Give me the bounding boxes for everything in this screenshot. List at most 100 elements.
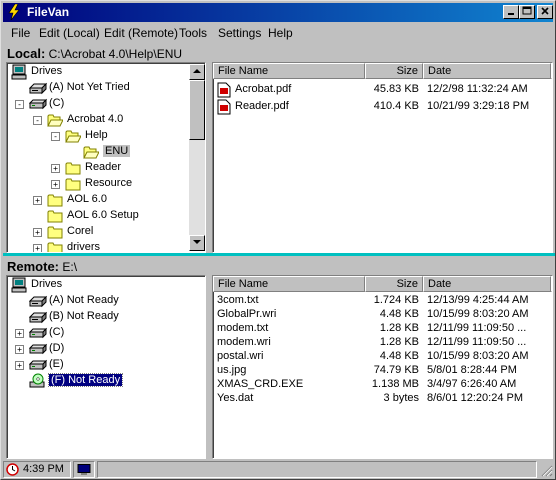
tree-item-label: Drives (31, 278, 63, 290)
tree-item[interactable]: - Acrobat 4.0 (7, 112, 187, 128)
close-icon (541, 7, 549, 15)
file-size: 410.4 KB (373, 100, 419, 112)
file-date: 12/2/98 11:32:24 AM (427, 83, 528, 95)
collapse-toggle[interactable]: - (33, 116, 42, 125)
expand-toggle[interactable]: + (51, 164, 60, 173)
tree-item[interactable]: + (D) (7, 341, 203, 357)
computer-icon (11, 64, 27, 80)
tree-item[interactable]: + (E) (7, 357, 203, 373)
column-header-filename[interactable]: File Name (213, 63, 365, 79)
column-header-size[interactable]: Size (365, 63, 423, 79)
minimize-icon (508, 13, 514, 15)
tree-item[interactable]: (A) Not Yet Tried (7, 80, 187, 96)
menu-settings[interactable]: Settings (218, 26, 261, 40)
pane-splitter[interactable] (3, 253, 555, 256)
column-header-filename[interactable]: File Name (213, 276, 365, 292)
file-date: 10/15/99 8:03:20 AM (427, 308, 529, 320)
menu-tools[interactable]: Tools (179, 26, 207, 40)
file-row[interactable]: XMAS_CRD.EXE 1.138 MB 3/4/97 6:26:40 AM (213, 378, 551, 392)
tree-item[interactable]: + Reader (7, 160, 187, 176)
floppy-drive-icon (28, 295, 48, 308)
monitor-icon (77, 464, 91, 475)
tree-item[interactable]: Drives (7, 277, 203, 293)
local-label: Local: (7, 46, 46, 61)
file-name: us.jpg (217, 364, 247, 376)
file-name: GlobalPr.wri (217, 308, 277, 320)
expand-toggle[interactable]: + (15, 329, 24, 338)
file-row[interactable]: Yes.dat 3 bytes 8/6/01 12:20:24 PM (213, 392, 551, 406)
tree-item[interactable]: (B) Not Ready (7, 309, 203, 325)
folder-open-icon (47, 114, 64, 127)
file-row[interactable]: 3com.txt 1.724 KB 12/13/99 4:25:44 AM (213, 294, 551, 308)
local-tree[interactable]: Drives (A) Not Yet Tried - (C) - Acrobat 4.0-… (6, 62, 206, 253)
file-row[interactable]: modem.wri 1.28 KB 12/11/99 11:09:50 ... (213, 336, 551, 350)
menu-file[interactable]: File (11, 26, 30, 40)
collapse-toggle[interactable]: - (51, 132, 60, 141)
file-size: 1.138 MB (371, 378, 419, 390)
column-header-date[interactable]: Date (423, 276, 551, 292)
minimize-button[interactable] (503, 5, 519, 19)
folder-open-icon (65, 130, 82, 143)
maximize-button[interactable] (519, 5, 535, 19)
menu-help[interactable]: Help (268, 26, 293, 40)
menu-edit-local[interactable]: Edit (Local) (39, 26, 100, 40)
tree-item[interactable]: - (C) (7, 96, 187, 112)
scroll-down-button[interactable] (189, 235, 205, 251)
file-date: 10/21/99 3:29:18 PM (427, 100, 530, 112)
file-row[interactable]: GlobalPr.wri 4.48 KB 10/15/99 8:03:20 AM (213, 308, 551, 322)
tree-item[interactable]: + Resource (7, 176, 187, 192)
file-size: 1.28 KB (379, 322, 419, 334)
tree-item[interactable]: + Corel (7, 224, 187, 240)
resize-grip-icon[interactable] (539, 463, 553, 477)
tree-item[interactable]: + drivers (7, 240, 187, 253)
remote-path: E:\ (62, 260, 78, 274)
scroll-up-button[interactable] (189, 64, 205, 80)
title-bar[interactable]: FileVan (3, 3, 553, 22)
window-title: FileVan (27, 5, 70, 19)
file-row[interactable]: us.jpg 74.79 KB 5/8/01 8:28:44 PM (213, 364, 551, 378)
tree-item[interactable]: - Help (7, 128, 187, 144)
status-time-panel: 4:39 PM (3, 461, 71, 478)
remote-file-list[interactable]: File Name Size Date 3com.txt 1.724 KB 12/1… (212, 275, 553, 459)
folder-icon (47, 194, 63, 207)
column-header-size[interactable]: Size (365, 276, 423, 292)
column-header-date[interactable]: Date (423, 63, 551, 79)
file-row[interactable]: modem.txt 1.28 KB 12/11/99 11:09:50 ... (213, 322, 551, 336)
file-name: Acrobat.pdf (235, 83, 292, 95)
file-row[interactable]: Acrobat.pdf 45.83 KB 12/2/98 11:32:24 AM (213, 81, 551, 98)
tree-item[interactable]: + AOL 6.0 (7, 192, 187, 208)
tree-item[interactable]: + (C) (7, 325, 203, 341)
expand-toggle[interactable]: + (15, 361, 24, 370)
folder-icon (65, 162, 81, 175)
file-name: postal.wri (217, 350, 264, 362)
tree-item-label: Reader (85, 161, 122, 173)
expand-toggle[interactable]: + (15, 345, 24, 354)
expand-toggle[interactable]: + (33, 244, 42, 252)
scroll-thumb[interactable] (189, 80, 205, 140)
tree-item[interactable]: ENU (7, 144, 187, 160)
tree-item[interactable]: (A) Not Ready (7, 293, 203, 309)
file-row[interactable]: Reader.pdf 410.4 KB 10/21/99 3:29:18 PM (213, 98, 551, 115)
expand-toggle[interactable]: + (33, 196, 42, 205)
tree-item[interactable]: AOL 6.0 Setup (7, 208, 187, 224)
file-row[interactable]: postal.wri 4.48 KB 10/15/99 8:03:20 AM (213, 350, 551, 364)
expand-toggle[interactable]: + (51, 180, 60, 189)
tree-item-label: ENU (103, 145, 131, 157)
hard-drive-icon (28, 98, 48, 110)
remote-tree[interactable]: Drives (A) Not Ready (B) Not Ready + (C) + (D)… (6, 275, 206, 459)
local-tree-scrollbar[interactable] (189, 64, 205, 251)
local-file-list[interactable]: File Name Size Date Acrobat.pdf 45.83 KB 1… (212, 62, 553, 253)
file-date: 3/4/97 6:26:40 AM (427, 378, 517, 390)
tree-item-label: (C) (49, 97, 65, 109)
collapse-toggle[interactable]: - (15, 100, 24, 109)
tree-item-label: Drives (31, 65, 63, 77)
menu-edit-remote[interactable]: Edit (Remote) (104, 26, 178, 40)
tree-item[interactable]: Drives (7, 64, 187, 80)
tree-item[interactable]: (F) Not Ready (7, 373, 203, 389)
tree-item-icon (29, 373, 47, 392)
file-name: Yes.dat (217, 392, 254, 404)
close-button[interactable] (537, 5, 553, 19)
expand-toggle[interactable]: + (33, 228, 42, 237)
tree-item-label: drivers (67, 241, 101, 253)
tree-item-label: (A) Not Ready (49, 294, 119, 306)
